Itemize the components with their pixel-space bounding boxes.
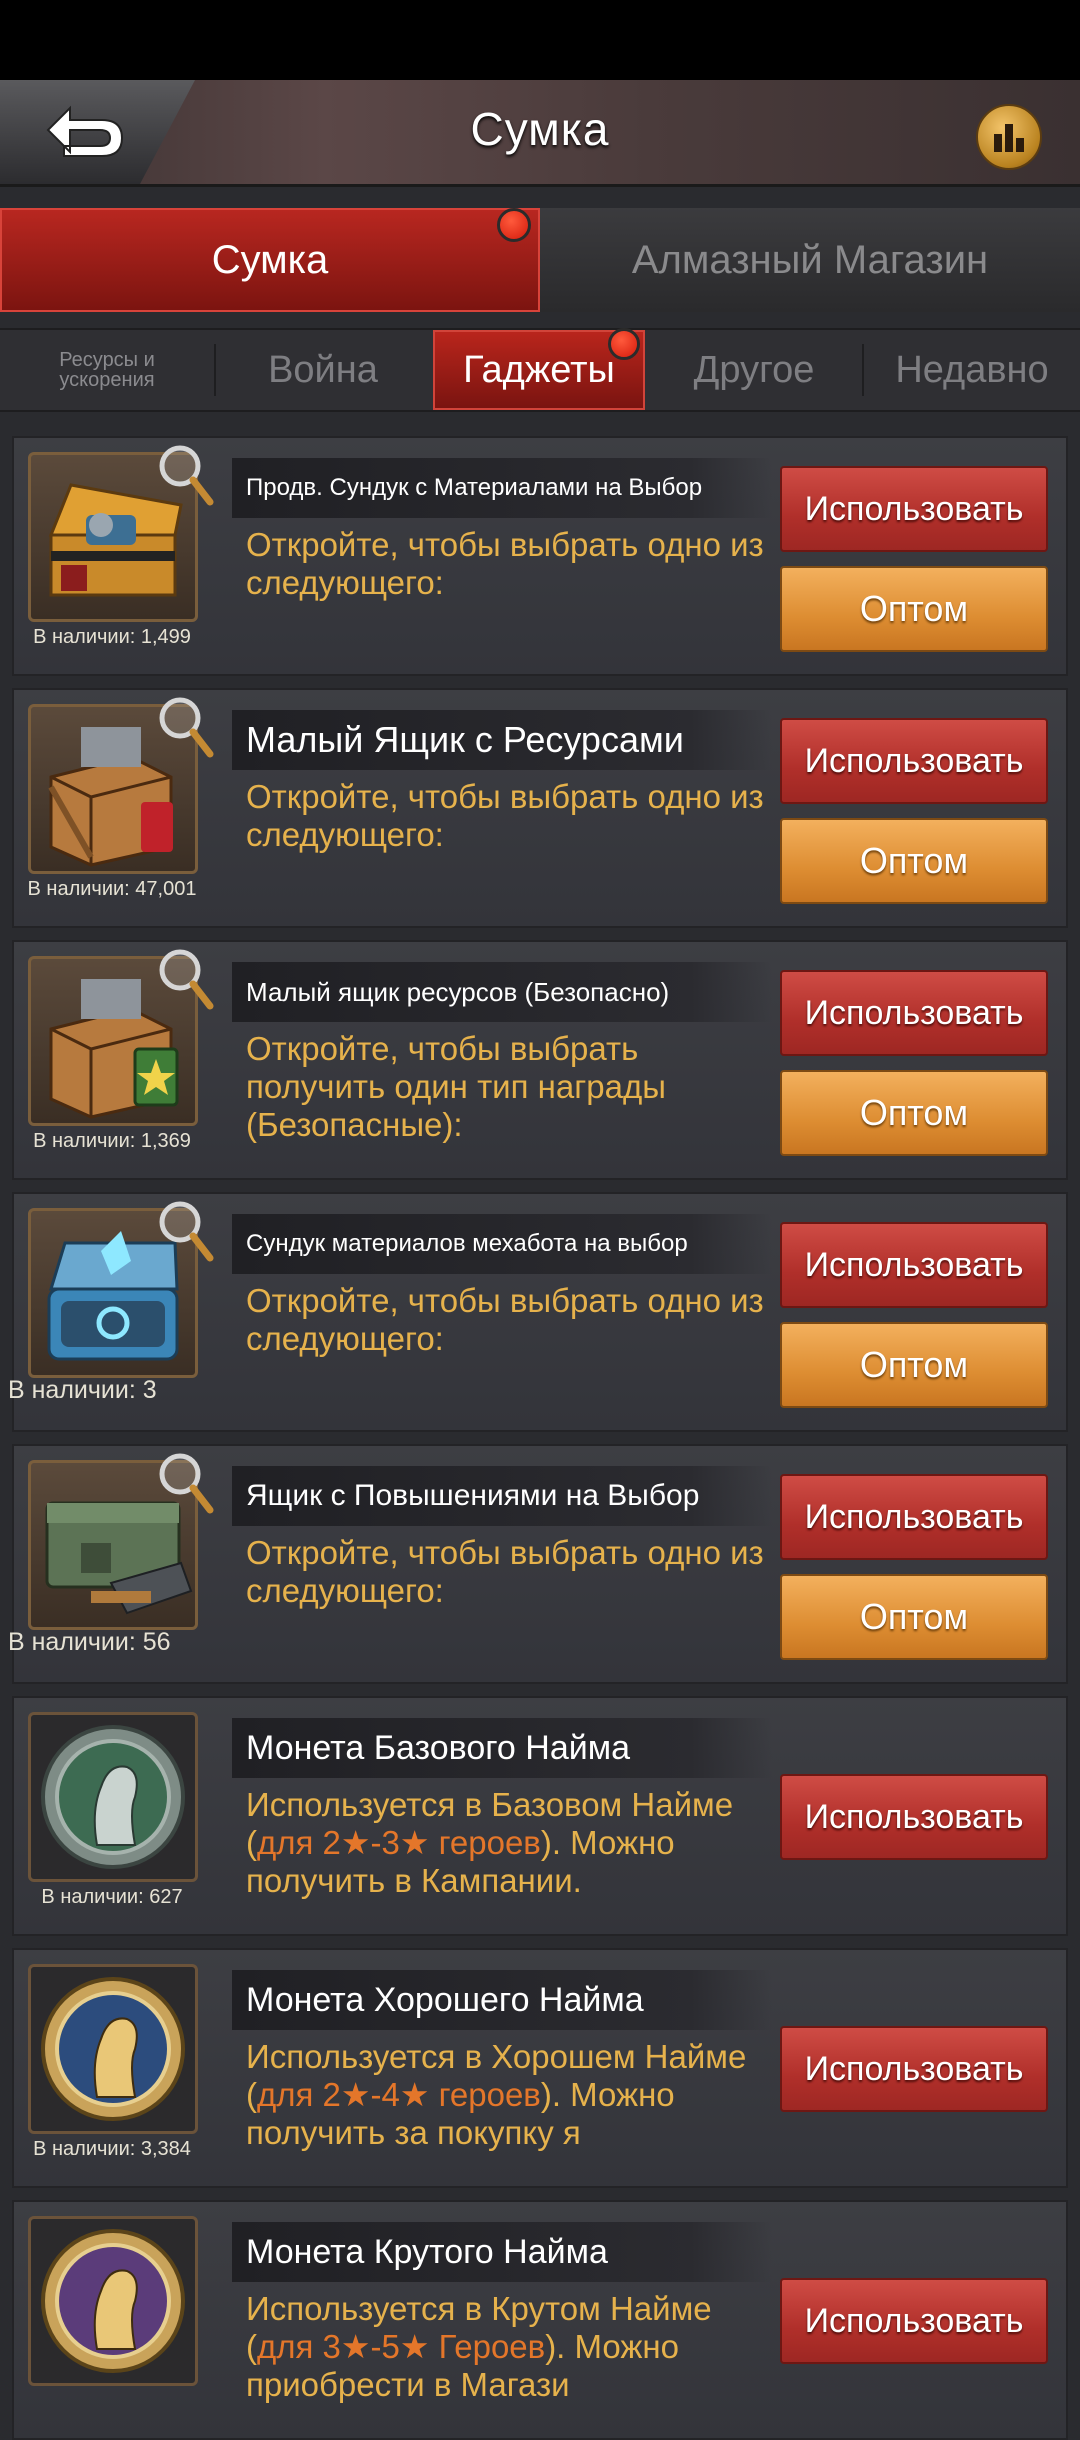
- stock-count: В наличии: 47,001: [27, 878, 197, 900]
- magnifier-icon[interactable]: [156, 946, 214, 1012]
- item-description: Используется в Базовом Найме (для 2★-3★ …: [246, 1786, 766, 1900]
- header-bar: Сумка: [0, 80, 1080, 187]
- magnifier-icon[interactable]: [156, 694, 214, 760]
- hero-range-highlight: для 3★-5★ Героев: [257, 2328, 546, 2365]
- item-thumbnail[interactable]: [28, 1964, 198, 2134]
- tab-diamond-shop-label: Алмазный Магазин: [631, 237, 989, 282]
- item-thumbnail[interactable]: [28, 2216, 198, 2386]
- item-name: Монета Базового Найма: [232, 1718, 772, 1778]
- item-description: Используется в Крутом Найме (для 3★-5★ Г…: [246, 2290, 766, 2404]
- item-description: Используется в Хорошем Найме (для 2★-4★ …: [246, 2038, 766, 2152]
- stock-count: В наличии: 3: [8, 1376, 157, 1404]
- notification-dot: [608, 328, 640, 360]
- subtab-war[interactable]: Война: [216, 330, 430, 410]
- item-name: Малый Ящик с Ресурсами: [232, 710, 772, 770]
- bulk-button[interactable]: Оптом: [780, 818, 1048, 904]
- subtab-recent[interactable]: Недавно: [864, 330, 1080, 410]
- item-name: Малый ящик ресурсов (Безопасно): [232, 962, 772, 1022]
- stock-count: В наличии: 1,499: [33, 626, 191, 648]
- use-button[interactable]: Использовать: [780, 970, 1048, 1056]
- list-item: В наличии: 3,384 Монета Хорошего Найма И…: [12, 1948, 1068, 2188]
- subtab-gadgets-label: Гаджеты: [463, 348, 615, 391]
- page-title: Сумка: [470, 103, 610, 155]
- list-item: В наличии: 47,001 Малый Ящик с Ресурсами…: [12, 688, 1068, 928]
- magnifier-icon[interactable]: [156, 1450, 214, 1516]
- magnifier-icon[interactable]: [156, 1198, 214, 1264]
- item-name: Сундук материалов мехабота на выбор: [232, 1214, 772, 1274]
- stats-button[interactable]: [976, 104, 1042, 170]
- item-thumbnail[interactable]: [28, 1712, 198, 1882]
- elite-recruit-coin-icon: [41, 2229, 185, 2373]
- item-name: Монета Крутого Найма: [232, 2222, 772, 2282]
- item-name: Продв. Сундук с Материалами на Выбор: [232, 458, 772, 518]
- stock-count: В наличии: 627: [41, 1886, 183, 1908]
- list-item: В наличии: 1,369 Малый ящик ресурсов (Бе…: [12, 940, 1068, 1180]
- stock-count: В наличии: 56: [8, 1628, 171, 1656]
- use-button[interactable]: Использовать: [780, 466, 1048, 552]
- hero-range-highlight: для 2★-4★ героев: [257, 2076, 541, 2113]
- tab-diamond-shop[interactable]: Алмазный Магазин: [540, 208, 1080, 312]
- magnifier-icon[interactable]: [156, 442, 214, 508]
- item-description: Откройте, чтобы выбрать одно из следующе…: [246, 1534, 764, 1609]
- subtab-resources-label: Ресурсы и ускорения: [59, 349, 155, 391]
- bulk-button[interactable]: Оптом: [780, 1574, 1048, 1660]
- subtab-resources[interactable]: Ресурсы и ускорения: [0, 330, 214, 410]
- use-button[interactable]: Использовать: [780, 1774, 1048, 1860]
- subtab-recent-label: Недавно: [895, 348, 1049, 391]
- list-item: В наличии: 1,499 Продв. Сундук с Материа…: [12, 436, 1068, 676]
- use-button[interactable]: Использовать: [780, 2026, 1048, 2112]
- stock-count: В наличии: 3,384: [33, 2138, 191, 2160]
- item-description: Откройте, чтобы выбрать одно из следующе…: [246, 1282, 764, 1357]
- main-tabs: Сумка Алмазный Магазин: [0, 208, 1080, 312]
- item-description: Откройте, чтобы выбрать одно из следующе…: [246, 778, 764, 853]
- list-item: В наличии: 3 Сундук материалов мехабота …: [8, 1192, 1068, 1432]
- status-bar: [0, 0, 1080, 80]
- item-description: Откройте, чтобы выбрать получить один ти…: [246, 1030, 666, 1143]
- item-name: Ящик с Повышениями на Выбор: [232, 1466, 772, 1526]
- item-name: Монета Хорошего Найма: [232, 1970, 772, 2030]
- basic-recruit-coin-icon: [41, 1725, 185, 1869]
- stock-count: В наличии: 1,369: [33, 1130, 191, 1152]
- subtab-other-label: Другое: [693, 348, 815, 391]
- subtab-war-label: Война: [268, 348, 378, 391]
- use-button[interactable]: Использовать: [780, 1474, 1048, 1560]
- list-item: Монета Крутого Найма Используется в Крут…: [12, 2200, 1068, 2440]
- bulk-button[interactable]: Оптом: [780, 1070, 1048, 1156]
- list-item: В наличии: 627 Монета Базового Найма Исп…: [12, 1696, 1068, 1936]
- item-description: Откройте, чтобы выбрать одно из следующе…: [246, 526, 764, 601]
- use-button[interactable]: Использовать: [780, 1222, 1048, 1308]
- bulk-button[interactable]: Оптом: [780, 1322, 1048, 1408]
- list-item: В наличии: 56 Ящик с Повышениями на Выбо…: [8, 1444, 1068, 1684]
- subtab-other[interactable]: Другое: [648, 330, 860, 410]
- bulk-button[interactable]: Оптом: [780, 566, 1048, 652]
- tab-bag-label: Сумка: [211, 237, 329, 282]
- hero-range-highlight: для 2★-3★ героев: [257, 1824, 541, 1861]
- use-button[interactable]: Использовать: [780, 718, 1048, 804]
- notification-dot: [497, 208, 531, 242]
- category-tabs: Ресурсы и ускорения Война Гаджеты Другое…: [0, 328, 1080, 412]
- tab-bag[interactable]: Сумка: [0, 208, 540, 312]
- use-button[interactable]: Использовать: [780, 2278, 1048, 2364]
- bar-chart-icon: [994, 124, 1024, 152]
- good-recruit-coin-icon: [41, 1977, 185, 2121]
